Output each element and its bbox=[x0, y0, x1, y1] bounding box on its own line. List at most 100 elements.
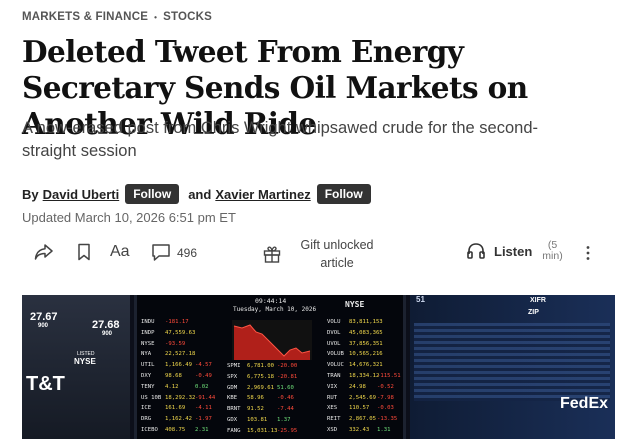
ticker-cell: NYA bbox=[141, 351, 152, 358]
updated-timestamp: Updated March 10, 2026 6:51 pm ET bbox=[22, 210, 236, 225]
section-kicker: MARKETS & FINANCE • STOCKS bbox=[22, 11, 212, 23]
left-trading-screen: 27.67 900 27.68 900 LISTED NYSE T&T bbox=[22, 295, 130, 439]
ticker-cell: VOLUC bbox=[327, 362, 344, 369]
ticker-cell: 45,083,365 bbox=[349, 329, 383, 336]
kicker-separator: • bbox=[154, 12, 158, 22]
ticker-cell: -93.59 bbox=[165, 340, 186, 347]
ticker-cell: FANG bbox=[227, 427, 241, 434]
right-trading-screen: 51 XIFR ZIP FedEx bbox=[410, 295, 615, 439]
ticker-cell: 2,545.69 bbox=[349, 394, 376, 401]
ticker-cell: 14,676,321 bbox=[349, 362, 383, 369]
ticker-cell: 15,031.13 bbox=[247, 427, 278, 434]
ticker-cell: 22,527.18 bbox=[165, 351, 196, 358]
text-size-button[interactable]: Aa bbox=[110, 243, 130, 261]
gift-label-line1: Gift unlocked bbox=[300, 238, 374, 252]
comment-icon bbox=[152, 244, 170, 261]
ticker-cell: -13.35 bbox=[377, 416, 398, 423]
ticker-cell: -7.44 bbox=[277, 406, 294, 413]
comments-button[interactable]: 496 bbox=[151, 243, 197, 262]
headphones-icon bbox=[467, 243, 485, 259]
ticker-cell: 332.43 bbox=[349, 427, 370, 433]
ticker-cell: 51.60 bbox=[277, 384, 294, 391]
ticker-cell: 91.52 bbox=[247, 406, 264, 413]
byline-prefix: By bbox=[22, 186, 39, 202]
ticker-cell: 1.31 bbox=[377, 427, 391, 433]
ticker-cell: UTIL bbox=[141, 362, 155, 369]
ticker-cell: 1,162.42 bbox=[165, 416, 192, 423]
gift-label: Gift unlocked article bbox=[292, 236, 382, 272]
ticker-cell: -25.95 bbox=[277, 427, 298, 434]
right-screen-grid bbox=[414, 323, 610, 401]
ticker-cell: 0.02 bbox=[195, 383, 209, 390]
ticker-cell: 18,292.32 bbox=[165, 394, 196, 401]
listen-duration-line2: min) bbox=[542, 250, 563, 262]
share-icon[interactable] bbox=[34, 243, 54, 261]
article-toolbar: Aa 496 Gift unlocked article Listen (5 m… bbox=[22, 236, 612, 270]
ticker-cell: KBE bbox=[227, 395, 238, 402]
center-ticker-screen: 09:44:14 Tuesday, March 10, 2026 NYSE IN… bbox=[134, 295, 406, 439]
ticker-cell: -0.46 bbox=[277, 395, 294, 402]
ticker-date: Tuesday, March 10, 2026 bbox=[233, 306, 317, 313]
author-link-2[interactable]: Xavier Martinez bbox=[215, 187, 310, 202]
ticker-cell: 2,969.61 bbox=[247, 384, 274, 391]
ticker-cell: REIT bbox=[327, 416, 341, 423]
ticker-cell: -4.57 bbox=[195, 362, 212, 369]
right-screen-label-1: XIFR bbox=[530, 297, 546, 304]
ticker-cell: TRAN bbox=[327, 373, 341, 379]
ticker-cell: XES bbox=[327, 405, 338, 412]
gift-label-line2: article bbox=[320, 256, 354, 270]
ticker-cell: 37,856,351 bbox=[349, 340, 383, 347]
ticker-cell: 58.96 bbox=[247, 395, 264, 402]
article-hero-image: 27.67 900 27.68 900 LISTED NYSE T&T 09:4… bbox=[22, 295, 615, 439]
ticker-cell: 18,334.12 bbox=[349, 373, 380, 379]
follow-button-2[interactable]: Follow bbox=[316, 184, 371, 204]
ticker-cell: 47,559.63 bbox=[165, 329, 196, 336]
ticker-cell: INDU bbox=[141, 319, 155, 325]
section-link[interactable]: MARKETS & FINANCE bbox=[22, 11, 148, 23]
byline-conjunction: and bbox=[188, 186, 212, 202]
ticker-cell: 10,565,216 bbox=[349, 351, 383, 358]
gift-icon bbox=[263, 246, 281, 263]
ticker-cell: 98.68 bbox=[165, 373, 182, 379]
ticker-cell: 161.69 bbox=[165, 405, 186, 412]
ticker-cell: -4.11 bbox=[195, 405, 212, 412]
left-screen-sub-2: 900 bbox=[102, 331, 113, 337]
author-link-1[interactable]: David Uberti bbox=[43, 187, 120, 202]
comments-count: 496 bbox=[177, 245, 198, 260]
ticker-cell: 24.98 bbox=[349, 383, 366, 390]
follow-button-1[interactable]: Follow bbox=[125, 184, 180, 204]
ticker-cell: DVOL bbox=[327, 329, 341, 336]
right-screen-number: 51 bbox=[416, 295, 425, 304]
ticker-cell: US 10B bbox=[141, 394, 162, 401]
ticker-logo: NYSE bbox=[345, 300, 365, 309]
ticker-cell: 103.81 bbox=[247, 417, 268, 423]
ticker-cell: INDP bbox=[141, 329, 155, 336]
ticker-cell: 1,166.49 bbox=[165, 362, 192, 369]
ticker-cell: DXY bbox=[141, 373, 152, 379]
ticker-cell: 2.31 bbox=[195, 427, 209, 433]
gift-article-button[interactable]: Gift unlocked article bbox=[262, 236, 382, 272]
ticker-cell: 408.75 bbox=[165, 427, 186, 433]
right-screen-brand: FedEx bbox=[560, 395, 609, 412]
listen-button[interactable]: Listen (5 min) bbox=[466, 240, 563, 262]
listen-duration: (5 min) bbox=[542, 240, 562, 262]
ticker-cell: TENY bbox=[141, 383, 155, 390]
ticker-cell: RUT bbox=[327, 394, 338, 401]
ticker-time: 09:44:14 bbox=[255, 297, 287, 305]
ticker-cell: -20.00 bbox=[277, 363, 298, 369]
ticker-cell: ICE bbox=[141, 405, 152, 412]
ticker-cell: -0.03 bbox=[377, 405, 394, 412]
ticker-cell: XSD bbox=[327, 427, 338, 433]
left-screen-number-1: 27.67 bbox=[30, 311, 58, 323]
ticker-cell: ICEBO bbox=[141, 427, 158, 433]
ticker-cell: 1.37 bbox=[277, 417, 291, 423]
ticker-cell: 83,811,153 bbox=[349, 319, 383, 325]
ticker-cell: 4.12 bbox=[165, 383, 179, 390]
ticker-cell: -0.52 bbox=[377, 383, 394, 390]
more-vertical-icon[interactable] bbox=[585, 245, 591, 266]
bookmark-icon[interactable] bbox=[77, 243, 91, 261]
ticker-cell: SPMI bbox=[227, 363, 241, 369]
left-screen-label-nyse: NYSE bbox=[74, 357, 96, 366]
left-screen-brand: T&T bbox=[26, 373, 65, 395]
subsection-link[interactable]: STOCKS bbox=[163, 11, 212, 23]
